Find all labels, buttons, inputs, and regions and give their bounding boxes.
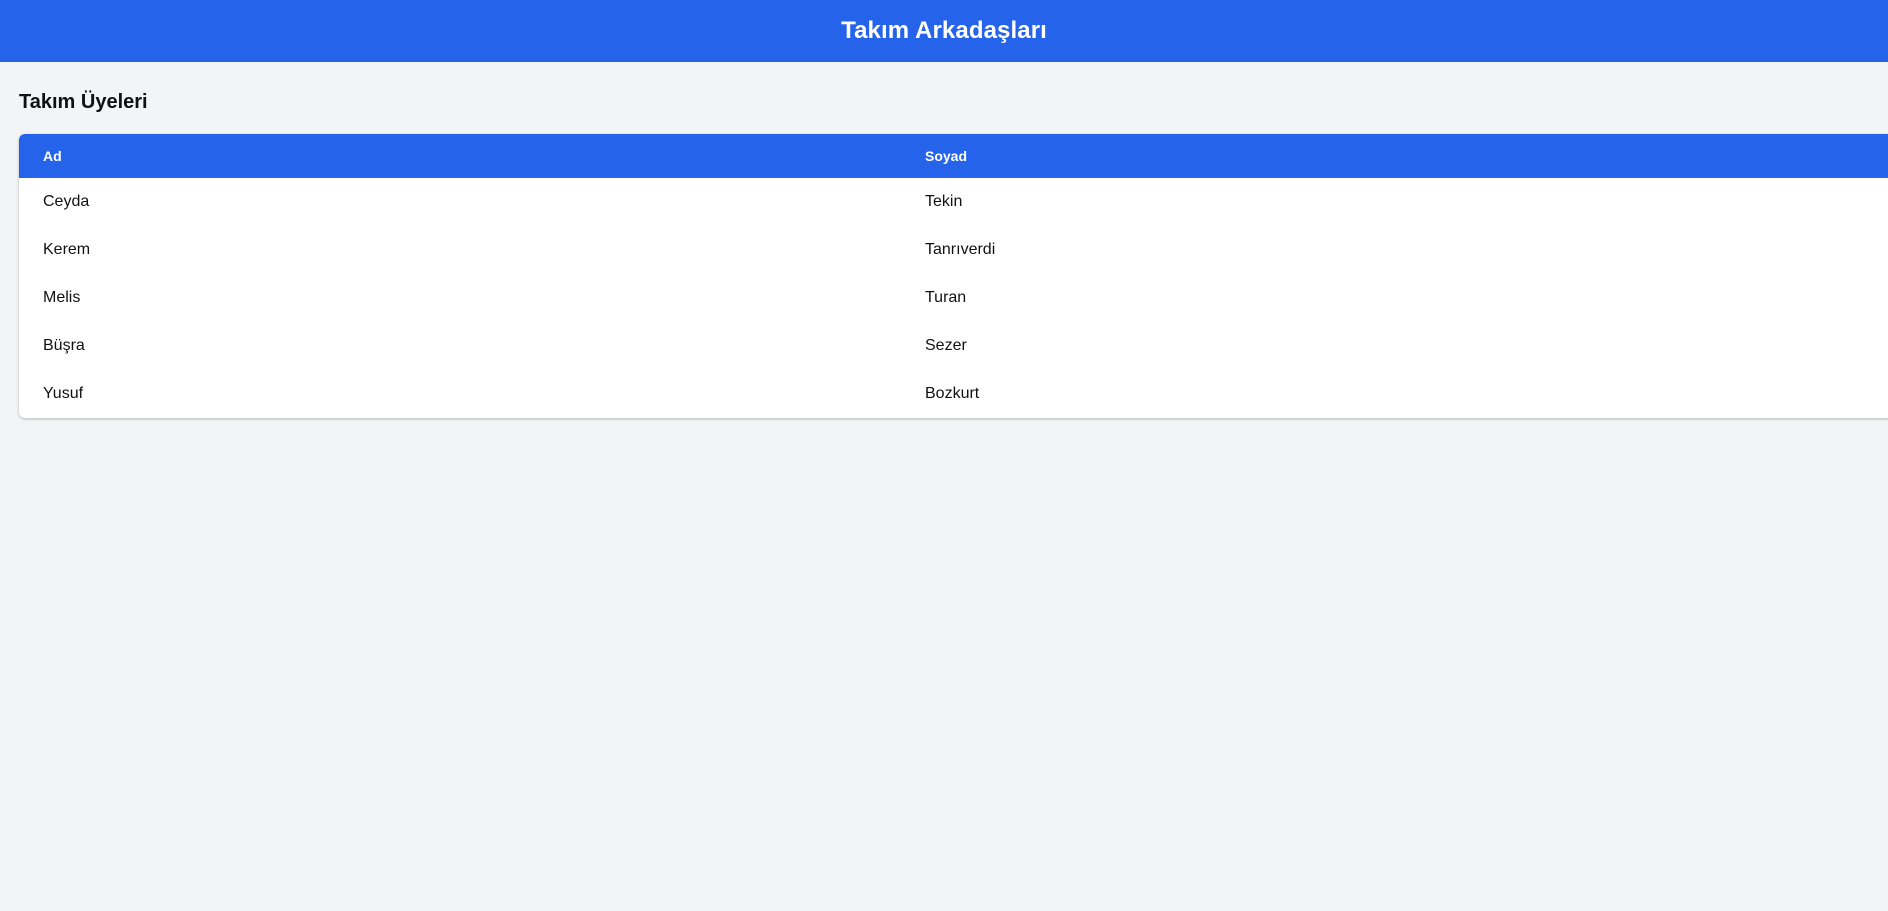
cell-last-name: Bozkurt bbox=[925, 385, 980, 402]
column-header-first-name: Ad bbox=[43, 148, 62, 164]
table-row: Büşra Sezer bbox=[19, 322, 1888, 370]
cell-first-name: Melis bbox=[43, 289, 81, 306]
cell-last-name: Turan bbox=[925, 289, 967, 306]
page-title: Takım Arkadaşları bbox=[841, 17, 1047, 44]
team-members-table-card: Ad Soyad Ceyda Tekin Kerem Tanrıverdi Me… bbox=[19, 134, 1888, 418]
app-header: Takım Arkadaşları bbox=[0, 0, 1888, 62]
team-members-table: Ad Soyad Ceyda Tekin Kerem Tanrıverdi Me… bbox=[19, 134, 1888, 418]
table-header: Ad Soyad bbox=[19, 134, 1888, 178]
table-row: Melis Turan bbox=[19, 274, 1888, 322]
table-header-row: Ad Soyad bbox=[19, 134, 1888, 178]
cell-last-name: Tanrıverdi bbox=[925, 241, 996, 258]
cell-last-name: Tekin bbox=[925, 193, 963, 210]
table-row: Yusuf Bozkurt bbox=[19, 370, 1888, 418]
cell-first-name: Büşra bbox=[43, 337, 85, 354]
cell-first-name: Kerem bbox=[43, 241, 91, 258]
cell-first-name: Yusuf bbox=[43, 385, 84, 402]
table-row: Kerem Tanrıverdi bbox=[19, 226, 1888, 274]
main-content: Takım Üyeleri Ad Soyad Ceyda Tekin Kerem… bbox=[0, 90, 1888, 418]
cell-last-name: Sezer bbox=[925, 337, 967, 354]
column-header-last-name: Soyad bbox=[925, 148, 968, 164]
table-body: Ceyda Tekin Kerem Tanrıverdi Melis Turan… bbox=[19, 178, 1888, 418]
table-row: Ceyda Tekin bbox=[19, 178, 1888, 226]
cell-first-name: Ceyda bbox=[43, 193, 90, 210]
section-title: Takım Üyeleri bbox=[19, 91, 148, 113]
